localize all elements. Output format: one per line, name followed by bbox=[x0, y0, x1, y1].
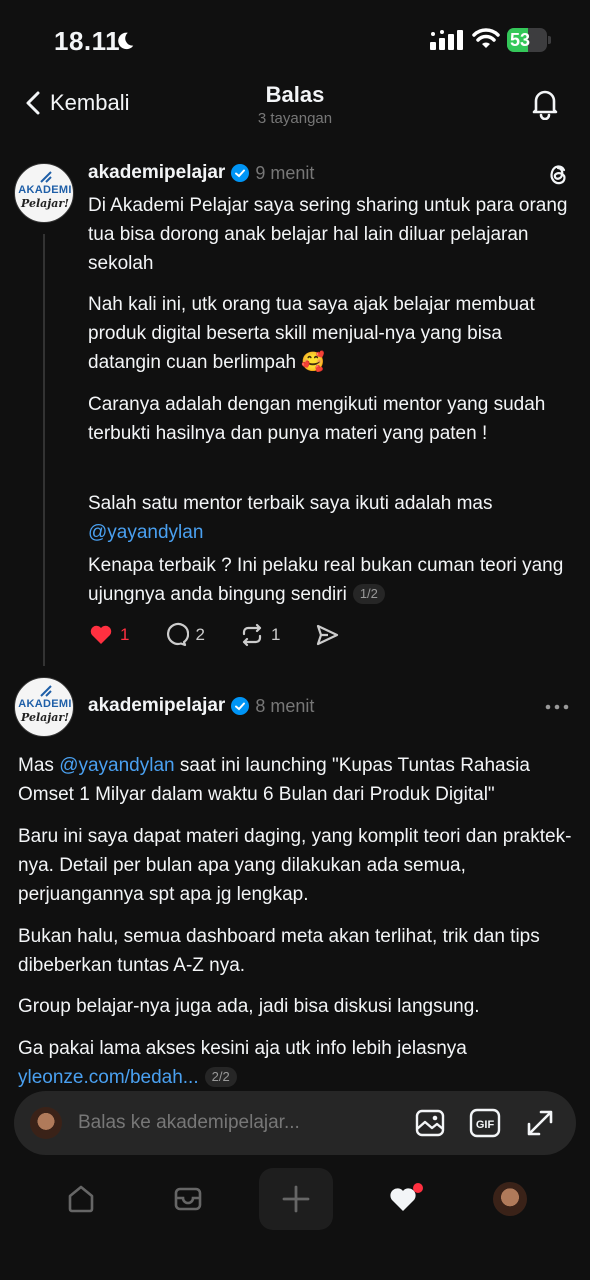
status-bar: 18.11 53 bbox=[0, 0, 590, 80]
nav-activity[interactable] bbox=[366, 1168, 440, 1230]
wifi-icon bbox=[472, 28, 500, 48]
post-paragraph: Baru ini saya dapat materi daging, yang … bbox=[18, 826, 572, 905]
profile-avatar bbox=[493, 1182, 527, 1216]
view-count: 3 tayangan bbox=[257, 110, 333, 127]
logo-mark-icon bbox=[40, 171, 52, 183]
page-title: Balas bbox=[265, 82, 325, 107]
post-paragraph: Salah satu mentor terbaik saya ikuti ada… bbox=[88, 489, 568, 547]
expand-icon[interactable] bbox=[524, 1107, 556, 1139]
post-paragraph: Di Akademi Pelajar saya sering sharing u… bbox=[88, 195, 568, 274]
logo-mark-icon bbox=[40, 685, 52, 697]
post-header: akademipelajar 8 menit bbox=[88, 695, 314, 717]
verified-icon bbox=[231, 697, 250, 715]
notification-dot bbox=[413, 1183, 423, 1193]
post-paragraph: Nah kali ini, utk orang tua saya ajak be… bbox=[88, 290, 568, 377]
header: Kembali Balas 3 tayangan bbox=[0, 80, 590, 138]
mention-link[interactable]: @yayandylan bbox=[88, 522, 203, 543]
mention-link[interactable]: @yayandylan bbox=[59, 755, 174, 776]
reply-count: 2 bbox=[195, 625, 205, 644]
nav-inbox[interactable] bbox=[151, 1168, 225, 1230]
post-text: Ga pakai lama akses kesini aja utk info … bbox=[18, 1038, 467, 1059]
threads-icon[interactable] bbox=[545, 161, 571, 187]
signal-icon bbox=[430, 30, 463, 50]
repost-count: 1 bbox=[270, 625, 281, 644]
gif-icon[interactable]: GIF bbox=[469, 1107, 501, 1139]
bell-icon[interactable] bbox=[528, 86, 562, 120]
post-paragraph: Bukan halu, semua dashboard meta akan te… bbox=[18, 926, 540, 976]
plus-icon bbox=[282, 1185, 310, 1213]
thread-line bbox=[43, 234, 45, 666]
share-button[interactable] bbox=[314, 622, 340, 648]
nav-home[interactable] bbox=[44, 1168, 118, 1230]
nav-profile[interactable] bbox=[473, 1168, 547, 1230]
post-text: Mas bbox=[18, 755, 54, 776]
moon-icon bbox=[118, 32, 134, 50]
verified-icon bbox=[231, 164, 250, 182]
reply-bar: Balas ke akademipelajar... GIF bbox=[14, 1091, 576, 1155]
post-paragraph: Caranya adalah dengan mengikuti mentor y… bbox=[88, 394, 546, 444]
page-indicator: 1/2 bbox=[352, 584, 385, 604]
reply-input[interactable]: Balas ke akademipelajar... bbox=[78, 1112, 300, 1134]
inbox-icon bbox=[174, 1187, 202, 1211]
avatar[interactable]: AKADEMI Pelajar! bbox=[14, 163, 74, 223]
avatar-logo-text: Pelajar! bbox=[20, 197, 69, 210]
comment-button[interactable]: 2 bbox=[163, 622, 205, 648]
username[interactable]: akademipelajar bbox=[88, 695, 225, 717]
nav-new-post[interactable] bbox=[259, 1168, 333, 1230]
post-time: 8 menit bbox=[255, 695, 315, 716]
battery-level: 53 bbox=[510, 30, 531, 50]
image-icon[interactable] bbox=[414, 1107, 446, 1139]
avatar[interactable]: AKADEMI Pelajar! bbox=[14, 677, 74, 737]
heart-icon bbox=[90, 625, 112, 644]
external-link[interactable]: yleonze.com/bedah... bbox=[18, 1067, 199, 1088]
post-paragraph: Mas @yayandylan saat ini launching "Kupa… bbox=[18, 751, 578, 809]
post-paragraph: Ga pakai lama akses kesini aja utk info … bbox=[18, 1034, 578, 1092]
post-text: Salah satu mentor terbaik saya ikuti ada… bbox=[88, 493, 493, 514]
user-avatar bbox=[30, 1107, 62, 1139]
username[interactable]: akademipelajar bbox=[88, 162, 225, 184]
like-count: 1 bbox=[120, 625, 130, 644]
post-time: 9 menit bbox=[255, 162, 315, 183]
status-time: 18.11 bbox=[54, 26, 121, 56]
avatar-logo-text: AKADEMI bbox=[18, 698, 72, 710]
emoji: 🥰 bbox=[301, 352, 326, 373]
battery-indicator: 53 bbox=[507, 28, 551, 52]
post-paragraph: Group belajar-nya juga ada, jadi bisa di… bbox=[18, 996, 480, 1017]
bottom-nav bbox=[0, 1168, 590, 1248]
more-icon[interactable] bbox=[544, 700, 570, 714]
post-actions: 1 2 1 bbox=[88, 620, 374, 650]
like-button[interactable]: 1 bbox=[88, 622, 129, 648]
page-indicator: 2/2 bbox=[204, 1067, 237, 1087]
home-icon bbox=[68, 1185, 94, 1213]
post-paragraph: Kenapa terbaik ? Ini pelaku real bukan c… bbox=[88, 551, 568, 609]
repost-icon bbox=[242, 623, 262, 647]
repost-button[interactable]: 1 bbox=[239, 622, 280, 648]
comment-icon bbox=[167, 622, 190, 647]
share-icon bbox=[317, 624, 339, 646]
avatar-logo-text: AKADEMI bbox=[18, 184, 72, 196]
post-header: akademipelajar 9 menit bbox=[88, 162, 314, 184]
svg-text:GIF: GIF bbox=[476, 1119, 495, 1131]
post-text: Kenapa terbaik ? Ini pelaku real bukan c… bbox=[88, 555, 564, 605]
avatar-logo-text: Pelajar! bbox=[20, 711, 69, 724]
